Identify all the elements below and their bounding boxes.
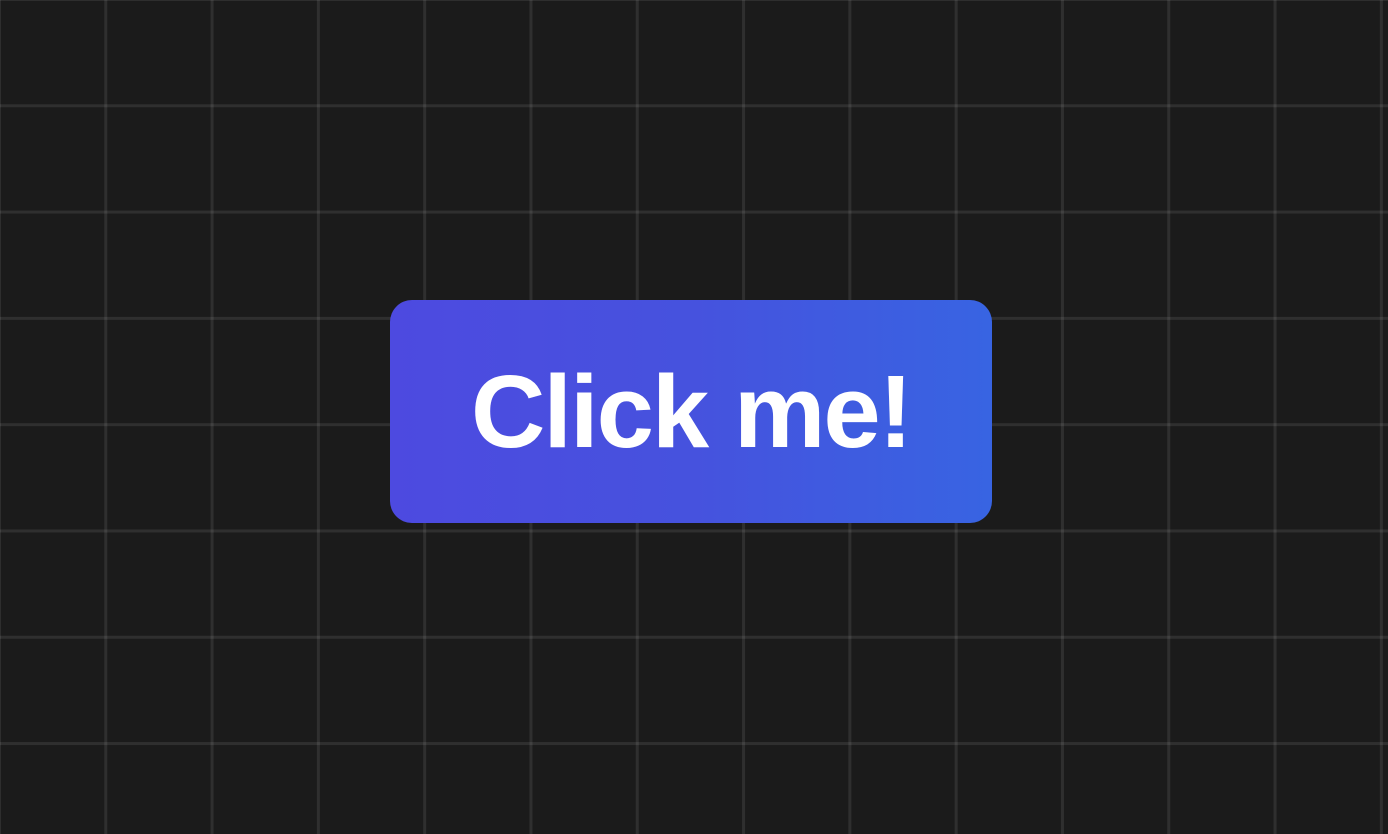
grid-canvas: Click me! [0,0,1388,834]
click-me-button[interactable]: Click me! [390,300,992,523]
